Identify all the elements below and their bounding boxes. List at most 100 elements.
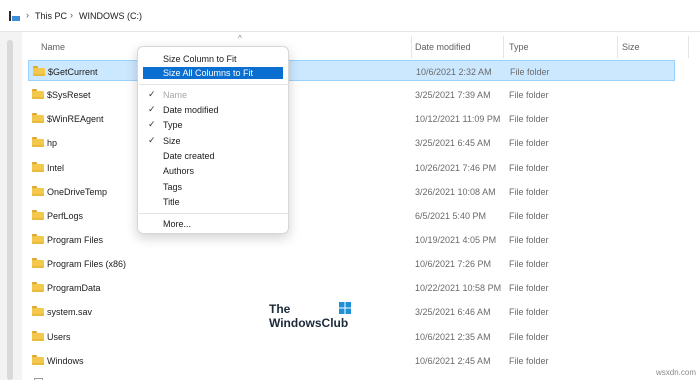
checkmark-icon: ✓: [148, 119, 156, 129]
file-type: File folder: [509, 114, 549, 124]
file-name: Intel: [47, 163, 65, 173]
menu-item-label: Authors: [163, 166, 195, 176]
table-row[interactable]: Program Files (x86) 10/6/2021 7:26 PM Fi…: [28, 253, 675, 274]
column-divider[interactable]: [617, 36, 618, 58]
table-row[interactable]: OneDriveTemp 3/26/2021 10:08 AM File fol…: [28, 181, 675, 202]
file-name: Users: [47, 332, 71, 342]
breadcrumb-this-pc[interactable]: This PC: [35, 11, 67, 21]
column-header-context-menu: Size Column to Fit Size All Columns to F…: [137, 46, 289, 234]
folder-icon: [32, 210, 44, 220]
menu-item-label: Title: [163, 197, 180, 207]
column-header-size[interactable]: Size: [622, 42, 640, 52]
menu-item-label: More...: [163, 219, 192, 229]
file-name: Program Files: [47, 235, 104, 245]
folder-icon: [32, 234, 44, 244]
menu-item-size-all-columns-to-fit[interactable]: Size All Columns to Fit: [143, 67, 283, 79]
menu-item-name: ✓ Name: [143, 89, 283, 101]
file-date-modified: 3/25/2021 6:46 AM: [415, 307, 491, 317]
folder-icon: [32, 113, 44, 123]
menu-item-type[interactable]: ✓ Type: [143, 119, 283, 131]
file-date-modified: 10/6/2021 2:45 AM: [415, 356, 491, 366]
file-type: File folder: [509, 356, 549, 366]
file-type: File folder: [509, 138, 549, 148]
folder-icon: [32, 162, 44, 172]
file-date-modified: 6/5/2021 5:40 PM: [415, 211, 487, 221]
column-divider[interactable]: [503, 36, 504, 58]
chevron-right-icon: ›: [26, 10, 29, 20]
file-type: File folder: [509, 163, 549, 173]
checkmark-icon: ✓: [148, 104, 156, 114]
file-date-modified: 10/26/2021 7:46 PM: [415, 163, 497, 173]
menu-item-label: Date modified: [163, 105, 219, 115]
menu-item-size[interactable]: ✓ Size: [143, 135, 283, 147]
this-pc-icon[interactable]: [9, 11, 20, 21]
file-date-modified: 3/25/2021 7:39 AM: [415, 90, 491, 100]
table-row[interactable]: Windows 10/6/2021 2:45 AM File folder: [28, 350, 675, 371]
menu-item-size-column-to-fit[interactable]: Size Column to Fit: [143, 53, 283, 65]
menu-item-authors[interactable]: Authors: [143, 165, 283, 177]
vertical-scrollbar[interactable]: [7, 40, 13, 380]
menu-item-more[interactable]: More...: [143, 218, 283, 230]
table-row-partial[interactable]: [28, 374, 675, 380]
menu-item-title[interactable]: Title: [143, 196, 283, 208]
table-row[interactable]: hp 3/25/2021 6:45 AM File folder: [28, 132, 675, 153]
checkmark-icon: ✓: [148, 135, 156, 145]
table-row[interactable]: Intel 10/26/2021 7:46 PM File folder: [28, 157, 675, 178]
menu-item-label: Tags: [163, 182, 183, 192]
menu-item-date-modified[interactable]: ✓ Date modified: [143, 104, 283, 116]
checkmark-icon: ✓: [148, 89, 156, 99]
file-date-modified: 10/12/2021 11:09 PM: [415, 114, 501, 124]
folder-icon: [32, 355, 44, 365]
folder-icon: [33, 66, 45, 76]
file-name: ProgramData: [47, 283, 101, 293]
folder-icon: [32, 258, 44, 268]
column-divider[interactable]: [411, 36, 412, 58]
table-row[interactable]: $GetCurrent 10/6/2021 2:32 AM File folde…: [28, 60, 675, 81]
file-date-modified: 10/19/2021 4:05 PM: [415, 235, 497, 245]
file-name: $GetCurrent: [48, 67, 98, 77]
column-header-type[interactable]: Type: [509, 42, 529, 52]
sort-ascending-icon: ^: [238, 34, 242, 43]
file-date-modified: 10/6/2021 7:26 PM: [415, 259, 492, 269]
file-name: hp: [47, 138, 58, 148]
column-header-bar: ^ Name Date modified Type Size: [22, 32, 700, 60]
file-date-modified: 10/6/2021 2:32 AM: [416, 67, 492, 77]
menu-item-date-created[interactable]: Date created: [143, 150, 283, 162]
windows-logo-icon: [339, 302, 351, 314]
file-type: File folder: [509, 90, 549, 100]
source-credit: wsxdn.com: [656, 368, 697, 377]
folder-icon: [32, 89, 44, 99]
menu-item-label: Date created: [163, 151, 215, 161]
menu-item-label: Size: [163, 136, 181, 146]
column-header-name[interactable]: Name: [41, 42, 65, 52]
file-name: $SysReset: [47, 90, 91, 100]
file-type: File folder: [509, 332, 549, 342]
breadcrumb-windows-c[interactable]: WINDOWS (C:): [79, 11, 142, 21]
table-row[interactable]: PerfLogs 6/5/2021 5:40 PM File folder: [28, 205, 675, 226]
table-row[interactable]: $SysReset 3/25/2021 7:39 AM File folder: [28, 84, 675, 105]
file-name: $WinREAgent: [47, 114, 104, 124]
folder-icon: [32, 306, 44, 316]
table-row[interactable]: ProgramData 10/22/2021 10:58 PM File fol…: [28, 277, 675, 298]
table-row[interactable]: $WinREAgent 10/12/2021 11:09 PM File fol…: [28, 108, 675, 129]
menu-item-label: Name: [163, 90, 188, 100]
folder-icon: [32, 186, 44, 196]
menu-item-label: Size All Columns to Fit: [163, 68, 254, 78]
folder-icon: [32, 331, 44, 341]
watermark-text-the: The: [269, 302, 291, 316]
table-row[interactable]: Program Files 10/19/2021 4:05 PM File fo…: [28, 229, 675, 250]
menu-item-tags[interactable]: Tags: [143, 181, 283, 193]
file-name: Program Files (x86): [47, 259, 127, 269]
file-type: File folder: [510, 67, 550, 77]
file-type: File folder: [509, 307, 549, 317]
menu-separator: [139, 213, 289, 214]
file-name: PerfLogs: [47, 211, 84, 221]
file-type: File folder: [509, 283, 549, 293]
file-name: system.sav: [47, 307, 93, 317]
file-name: OneDriveTemp: [47, 187, 108, 197]
file-type: File folder: [509, 211, 549, 221]
menu-item-label: Type: [163, 120, 183, 130]
column-divider[interactable]: [688, 36, 689, 58]
menu-separator: [139, 84, 289, 85]
column-header-date-modified[interactable]: Date modified: [415, 42, 471, 52]
